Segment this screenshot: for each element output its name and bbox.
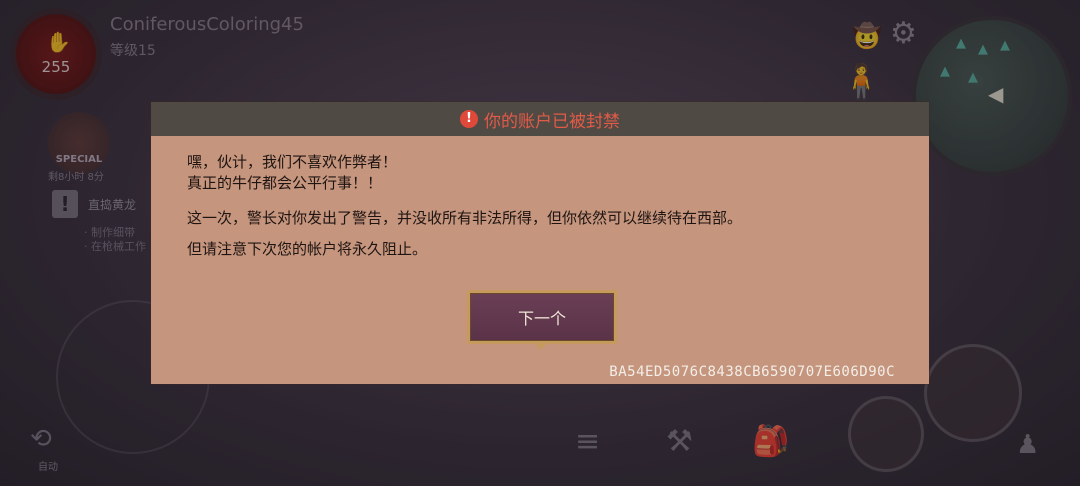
next-button[interactable]: 下一个 [467, 290, 617, 350]
message-line: 真正的牛仔都会公平行事！！ [187, 174, 383, 192]
message-line: 但请注意下次您的帐户将永久阻止。 [187, 240, 428, 258]
next-button-label: 下一个 [517, 309, 566, 328]
dialog-title: 你的账户已被封禁 [484, 111, 620, 132]
warning-icon: ! [460, 110, 478, 128]
ban-code: BA54ED5076C8438CB6590707E606D90C [609, 364, 895, 380]
dialog-header: ! 你的账户已被封禁 [151, 102, 929, 136]
dialog-body: 嘿，伙计，我们不喜欢作弊者！ 真正的牛仔都会公平行事！！ 这一次，警长对你发出了… [187, 152, 899, 260]
message-line: 嘿，伙计，我们不喜欢作弊者！ [187, 153, 398, 171]
message-line: 这一次，警长对你发出了警告，并没收所有非法所得，但你依然可以继续待在西部。 [187, 209, 743, 227]
button-pointer [534, 342, 548, 350]
ban-dialog: ! 你的账户已被封禁 嘿，伙计，我们不喜欢作弊者！ 真正的牛仔都会公平行事！！ … [151, 102, 929, 384]
